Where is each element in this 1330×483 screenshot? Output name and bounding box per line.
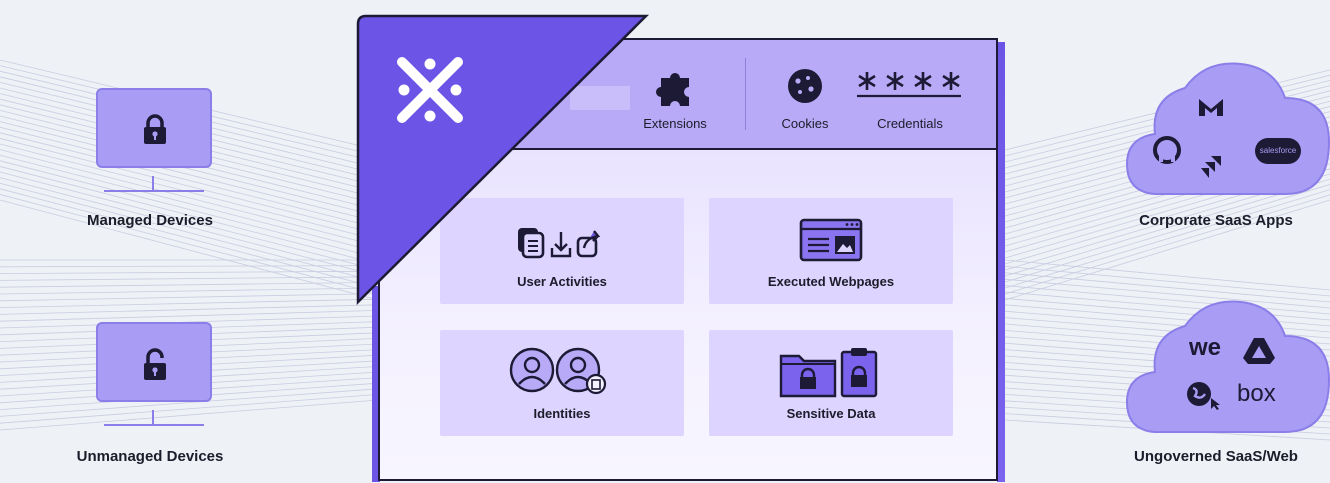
x-logo-icon (397, 57, 463, 123)
panel-side-shadow (997, 42, 1005, 482)
logo-banner (356, 14, 650, 306)
gmail-icon (1199, 99, 1223, 116)
cookies-item: Cookies (755, 40, 855, 140)
credentials-item: Credentials (850, 40, 970, 140)
cloud-shape (1125, 62, 1330, 195)
connection-line (1004, 184, 1330, 283)
webpage-icon (799, 218, 863, 262)
web-globe-icon (1187, 382, 1220, 410)
connection-line (1004, 194, 1330, 295)
connection-line (1004, 189, 1330, 289)
connection-line (1004, 266, 1330, 297)
ungoverned-saas-label: Ungoverned SaaS/Web (1134, 448, 1298, 465)
credentials-label: Credentials (877, 116, 943, 131)
identities-label: Identities (533, 406, 591, 421)
corporate-saas-label: Corporate SaaS Apps (1139, 212, 1293, 229)
header-divider (745, 58, 746, 130)
ungoverned-cloud: we box (1125, 296, 1330, 436)
monitor-base (104, 424, 204, 426)
executed-webpages-label: Executed Webpages (767, 274, 895, 289)
corporate-cloud: salesforce (1125, 58, 1330, 198)
sensitive-data-tile: Sensitive Data (709, 330, 953, 436)
cloud-shape (1125, 300, 1330, 433)
salesforce-icon: salesforce (1255, 138, 1301, 164)
identities-tile: Identities (440, 330, 684, 436)
box-icon: box (1237, 380, 1276, 408)
identities-icon (509, 347, 607, 395)
cookie-icon (788, 69, 822, 103)
sensitive-data-icon (779, 348, 878, 398)
unlocked-padlock-icon (144, 348, 166, 380)
wetransfer-text: we (1189, 334, 1222, 361)
jira-icon (1201, 156, 1221, 178)
wetransfer-icon: we (1189, 334, 1221, 362)
executed-webpages-tile: Executed Webpages (709, 198, 953, 304)
unmanaged-devices-label: Unmanaged Devices (76, 448, 224, 465)
puzzle-icon (656, 73, 689, 106)
sensitive-data-label: Sensitive Data (786, 406, 876, 421)
cookies-label: Cookies (781, 116, 829, 131)
box-text: box (1237, 380, 1276, 407)
connection-line (1004, 259, 1330, 291)
unmanaged-device: Unmanaged Devices (0, 0, 300, 483)
asterisks-icon (857, 72, 961, 98)
google-drive-icon (1243, 338, 1275, 364)
unmanaged-monitor (96, 322, 212, 402)
github-icon (1153, 136, 1181, 164)
salesforce-text: salesforce (1259, 146, 1297, 155)
monitor-stand (152, 410, 154, 424)
